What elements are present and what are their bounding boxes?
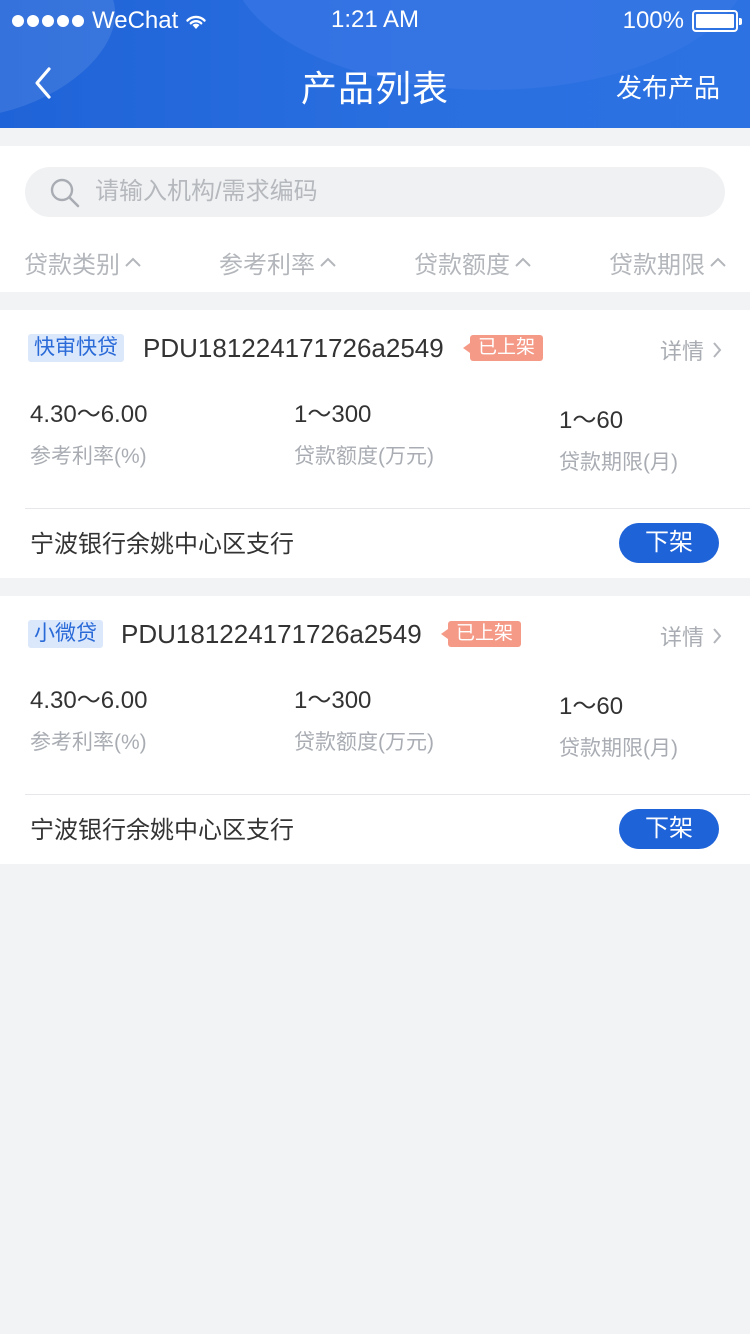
header: WeChat 1:21 AM 100% 产品列表 发布产品 xyxy=(0,0,750,128)
rate-label: 参考利率(%) xyxy=(30,445,147,468)
amount-stat: 1～300 贷款额度(万元) xyxy=(294,398,434,472)
term-value: 1～60 xyxy=(559,407,624,434)
filter-reference-rate[interactable]: 参考利率 xyxy=(219,242,337,282)
product-code: PDU181224171726a2549 xyxy=(121,619,422,649)
amount-label: 贷款额度(万元) xyxy=(294,445,434,468)
product-type-tag: 小微贷 xyxy=(28,620,103,648)
filter-label: 贷款类别 xyxy=(24,251,120,279)
rate-value: 4.30～6.00 xyxy=(30,687,148,714)
status-bar: WeChat 1:21 AM 100% xyxy=(0,0,750,40)
card-header: 小微贷 PDU181224171726a2549 已上架 详情 xyxy=(0,619,750,652)
amount-stat: 1～300 贷款额度(万元) xyxy=(294,684,434,758)
bank-name: 宁波银行余姚中心区支行 xyxy=(30,817,294,844)
detail-label: 详情 xyxy=(659,625,704,650)
battery-percent: 100% xyxy=(622,7,684,34)
term-stat: 1～60 贷款期限(月) xyxy=(559,690,678,764)
filter-loan-amount[interactable]: 贷款额度 xyxy=(414,242,532,282)
product-card: 快审快贷 PDU181224171726a2549 已上架 详情 4.30～6.… xyxy=(0,310,750,578)
filter-loan-category[interactable]: 贷款类别 xyxy=(24,242,142,282)
filter-loan-term[interactable]: 贷款期限 xyxy=(609,242,727,282)
card-header: 快审快贷 PDU181224171726a2549 已上架 详情 xyxy=(0,333,750,366)
filter-label: 贷款额度 xyxy=(414,251,510,279)
rate-label: 参考利率(%) xyxy=(30,731,147,754)
nav-bar: 产品列表 发布产品 xyxy=(0,40,750,128)
divider xyxy=(25,794,750,795)
filter-bar: 贷款类别 参考利率 贷款额度 贷款期限 xyxy=(0,242,750,282)
detail-label: 详情 xyxy=(659,339,704,364)
search-filter-section: 贷款类别 参考利率 贷款额度 贷款期限 xyxy=(0,146,750,292)
chevron-right-icon xyxy=(713,628,722,644)
product-type-tag: 快审快贷 xyxy=(28,334,124,362)
take-offline-button[interactable]: 下架 xyxy=(619,809,719,849)
amount-label: 贷款额度(万元) xyxy=(294,731,434,754)
filter-label: 参考利率 xyxy=(219,251,315,279)
search-icon xyxy=(50,178,80,208)
chevron-right-icon xyxy=(713,342,722,358)
search-box[interactable] xyxy=(25,167,725,217)
detail-link[interactable]: 详情 xyxy=(660,620,722,652)
battery-icon xyxy=(692,10,742,32)
product-card: 小微贷 PDU181224171726a2549 已上架 详情 4.30～6.0… xyxy=(0,596,750,864)
status-badge: 已上架 xyxy=(462,335,544,361)
chevron-up-icon xyxy=(320,257,336,267)
product-code: PDU181224171726a2549 xyxy=(143,333,444,363)
filter-label: 贷款期限 xyxy=(609,251,705,279)
chevron-up-icon xyxy=(125,257,141,267)
amount-value: 1～300 xyxy=(294,687,372,714)
bank-name: 宁波银行余姚中心区支行 xyxy=(30,531,294,558)
rate-stat: 4.30～6.00 参考利率(%) xyxy=(30,684,147,758)
chevron-up-icon xyxy=(710,257,726,267)
take-offline-button[interactable]: 下架 xyxy=(619,523,719,563)
status-badge: 已上架 xyxy=(440,621,522,647)
status-bar-right: 100% xyxy=(622,7,742,35)
term-stat: 1～60 贷款期限(月) xyxy=(559,404,678,478)
publish-product-button[interactable]: 发布产品 xyxy=(616,68,720,105)
chevron-up-icon xyxy=(515,257,531,267)
divider xyxy=(25,508,750,509)
search-input[interactable] xyxy=(95,167,695,217)
term-label: 贷款期限(月) xyxy=(559,451,678,474)
detail-link[interactable]: 详情 xyxy=(660,334,722,366)
term-value: 1～60 xyxy=(559,693,624,720)
rate-stat: 4.30～6.00 参考利率(%) xyxy=(30,398,147,472)
term-label: 贷款期限(月) xyxy=(559,737,678,760)
amount-value: 1～300 xyxy=(294,401,372,428)
rate-value: 4.30～6.00 xyxy=(30,401,148,428)
